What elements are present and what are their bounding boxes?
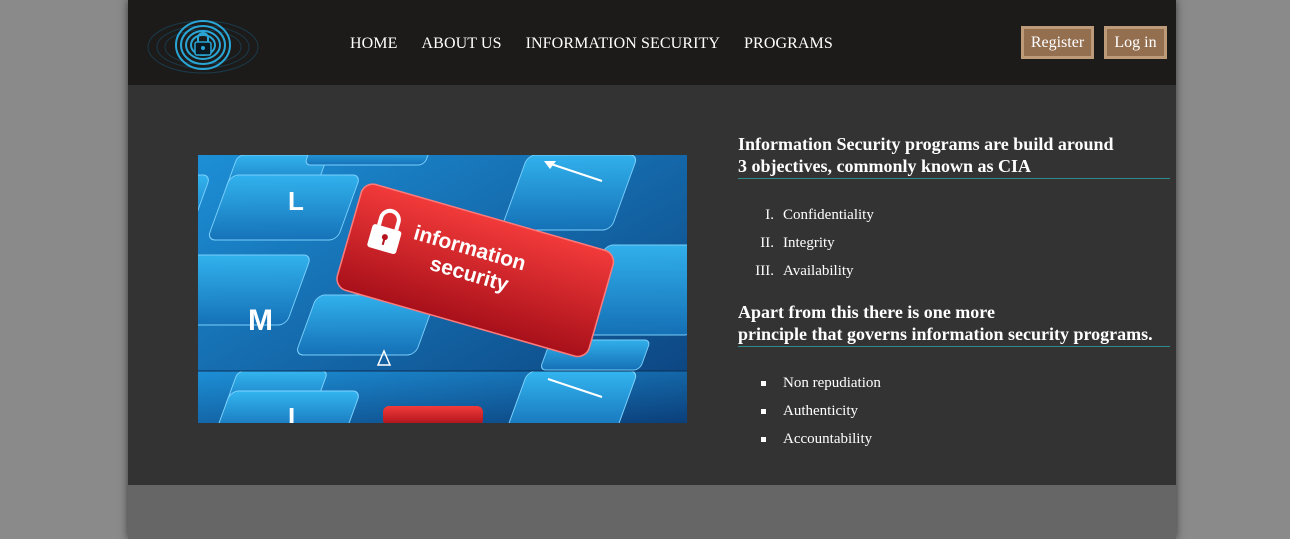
nav-about-us[interactable]: ABOUT US [422,35,502,53]
list-number: II. [760,235,774,251]
cia-list: I. Confidentiality II. Integrity III. Avail… [738,201,1170,285]
square-bullet-icon [761,381,766,386]
extra-heading-line1: Apart from this there is one more [738,302,995,322]
page-container: HOME ABOUT US INFORMATION SECURITY PROGR… [128,0,1176,539]
nav-information-security[interactable]: INFORMATION SECURITY [526,35,720,53]
list-item-label: Integrity [783,235,835,251]
list-item-label: Authenticity [783,403,858,419]
register-button[interactable]: Register [1021,26,1094,59]
extra-heading-line2: principle that governs information secur… [738,324,1153,344]
cia-heading-line1: Information Security programs are build … [738,134,1114,154]
key-letter-l: L [288,186,304,216]
list-item: II. Integrity [738,229,1170,257]
key-letter-m: M [248,304,273,337]
footer [128,485,1176,539]
list-item-label: Non repudiation [783,375,881,391]
navbar: HOME ABOUT US INFORMATION SECURITY PROGR… [128,0,1176,85]
extra-principle-heading: Apart from this there is one more princi… [738,301,1170,347]
fingerprint-lock-icon[interactable] [142,14,264,80]
list-number: III. [755,263,774,279]
information-security-keyboard-image: L M information security L [198,155,687,423]
info-section: Information Security programs are build … [738,133,1170,453]
list-item: III. Availability [738,257,1170,285]
list-item: I. Confidentiality [738,201,1170,229]
nav-home[interactable]: HOME [350,35,398,53]
cia-heading: Information Security programs are build … [738,133,1170,179]
main-nav: HOME ABOUT US INFORMATION SECURITY PROGR… [350,35,833,53]
list-item-label: Accountability [783,431,873,447]
nav-programs[interactable]: PROGRAMS [744,35,833,53]
list-item: Accountability [738,425,1170,453]
svg-text:L: L [288,402,304,423]
login-button[interactable]: Log in [1104,26,1167,59]
square-bullet-icon [761,409,766,414]
list-item: Authenticity [738,397,1170,425]
cia-heading-line2: 3 objectives, commonly known as CIA [738,156,1032,176]
list-item: Non repudiation [738,369,1170,397]
list-number: I. [765,207,774,223]
extra-principles-list: Non repudiation Authenticity Accountabil… [738,369,1170,453]
list-item-label: Confidentiality [783,207,874,223]
square-bullet-icon [761,437,766,442]
main-content: L M information security L Information S… [128,85,1176,485]
list-item-label: Availability [783,263,854,279]
